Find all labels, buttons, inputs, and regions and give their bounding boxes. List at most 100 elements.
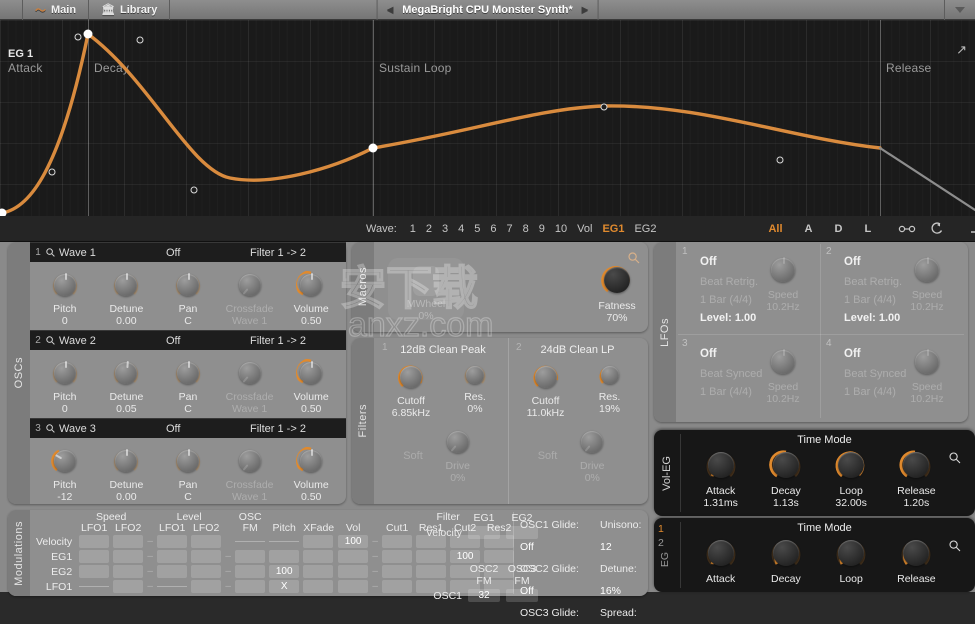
tab-main[interactable]: 〜 Main bbox=[22, 0, 90, 20]
vol-eg-title[interactable]: Time Mode bbox=[654, 430, 975, 446]
vol-eg-search-icon[interactable] bbox=[949, 452, 961, 467]
lfo-1-sync-mode[interactable]: Beat Retrig. bbox=[700, 276, 758, 288]
lfo-3-state[interactable]: Off bbox=[700, 348, 717, 360]
mm-cell-eg1-pitch[interactable] bbox=[269, 550, 300, 563]
wave-btn-8[interactable]: 8 bbox=[518, 223, 534, 235]
envelope-curve-handle-2[interactable] bbox=[74, 33, 82, 41]
preset-next-icon[interactable]: ▶ bbox=[582, 5, 588, 14]
wave-btn-4[interactable]: 4 bbox=[453, 223, 469, 235]
mm2-cell-velocity-eg1[interactable] bbox=[468, 526, 500, 539]
mm-cell-eg2-vol[interactable] bbox=[338, 565, 369, 578]
wave-btn-eg2[interactable]: EG2 bbox=[629, 223, 661, 235]
osc-3-mode[interactable]: Off bbox=[166, 423, 250, 435]
osc-3-knob-volume[interactable]: Volume 0.50 bbox=[284, 446, 338, 503]
mm-cell-eg2-osc-fm[interactable] bbox=[235, 565, 266, 578]
osc-2-knob-pitch[interactable]: Pitch 0 bbox=[38, 358, 92, 415]
mm-cell-velocity-osc-fm[interactable] bbox=[235, 535, 266, 548]
mm-cell-velocity-level-lfo2[interactable] bbox=[191, 535, 222, 548]
mm-cell-lfo1-cut1[interactable] bbox=[382, 580, 413, 593]
lfo-1-level-value[interactable]: 1.00 bbox=[735, 312, 756, 324]
wave-btn-6[interactable]: 6 bbox=[485, 223, 501, 235]
mm-cell-eg1-level-lfo1[interactable] bbox=[157, 550, 188, 563]
osc-2-routing[interactable]: Filter 1 -> 2 bbox=[250, 335, 346, 347]
filter-1-knob-cutoff[interactable]: Cutoff 6.85kHz bbox=[386, 362, 436, 419]
wave-btn-2[interactable]: 2 bbox=[421, 223, 437, 235]
osc-2-knob-detune[interactable]: Detune 0.05 bbox=[99, 358, 153, 415]
mm-cell-velocity-pitch[interactable] bbox=[269, 535, 300, 548]
envelope-editor[interactable]: EG 1 Attack Decay Sustain Loop Release ↗ bbox=[0, 20, 975, 216]
lfo-4-rate[interactable]: 1 Bar (4/4) bbox=[844, 386, 896, 398]
link-icon[interactable] bbox=[898, 224, 916, 234]
lfo-4-sync-mode[interactable]: Beat Synced bbox=[844, 368, 906, 380]
filter-2-knob-drive[interactable]: Drive 0% bbox=[567, 427, 617, 484]
mm-cell-velocity-speed-lfo1[interactable] bbox=[79, 535, 110, 548]
filter-1-knob-res[interactable]: Res. 0% bbox=[450, 362, 500, 419]
mm-cell-eg2-xfade[interactable] bbox=[303, 565, 334, 578]
mm-cell-eg2-speed-lfo2[interactable] bbox=[113, 565, 144, 578]
wave-btn-1[interactable]: 1 bbox=[405, 223, 421, 235]
osc-3-knob-pan[interactable]: Pan C bbox=[161, 446, 215, 503]
eg-tab-2[interactable]: 2 bbox=[658, 536, 672, 550]
eg-knob-decay[interactable]: Decay bbox=[758, 536, 814, 585]
osc-2-header[interactable]: 2 Wave 2 Off Filter 1 -> 2 bbox=[30, 330, 346, 350]
filter-2-knob-cutoff[interactable]: Cutoff 11.0kHz bbox=[521, 362, 571, 419]
lfo-1-state[interactable]: Off bbox=[700, 256, 717, 268]
vol-eg-knob-release[interactable]: Release 1.20s bbox=[888, 448, 944, 509]
mm-cell-velocity-cut1[interactable] bbox=[382, 535, 413, 548]
mm-cell-eg1-level-lfo2[interactable] bbox=[191, 550, 222, 563]
osc1-glide-value[interactable]: Off bbox=[520, 536, 579, 558]
mm-cell-velocity-level-lfo1[interactable] bbox=[157, 535, 188, 548]
filter-2-type[interactable]: 24dB Clean LP bbox=[512, 338, 643, 356]
filter-1-type[interactable]: 12dB Clean Peak bbox=[378, 338, 508, 356]
mode-btn-l[interactable]: L bbox=[853, 223, 882, 235]
lfo-1-knob-speed[interactable]: Speed 10.2Hz bbox=[755, 254, 811, 313]
osc2-glide-value[interactable]: Off bbox=[520, 580, 579, 602]
mm-cell-lfo1-pitch[interactable]: X bbox=[269, 580, 300, 593]
mm-cell-eg2-speed-lfo1[interactable] bbox=[79, 565, 110, 578]
osc-2-wave-select[interactable]: Wave 2 bbox=[46, 335, 166, 347]
osc-1-knob-pan[interactable]: Pan C bbox=[161, 270, 215, 327]
lfo-2-knob-speed[interactable]: Speed 10.2Hz bbox=[899, 254, 955, 313]
lfo-2-level-value[interactable]: 1.00 bbox=[879, 312, 900, 324]
macro-fatness[interactable]: Fatness 70% bbox=[590, 263, 644, 324]
mm-cell-eg2-level-lfo2[interactable] bbox=[191, 565, 222, 578]
mm-cell-velocity-speed-lfo2[interactable] bbox=[113, 535, 144, 548]
mm-cell-lfo1-osc-fm[interactable] bbox=[235, 580, 266, 593]
eg-knob-attack[interactable]: Attack bbox=[693, 536, 749, 585]
flat-curve-icon[interactable] bbox=[970, 223, 975, 235]
lfo-4-knob-speed[interactable]: Speed 10.2Hz bbox=[899, 346, 955, 405]
mm-cell-lfo1-speed-lfo1[interactable] bbox=[79, 580, 110, 593]
mm-cell-eg2-pitch[interactable]: 100 bbox=[269, 565, 300, 578]
lfo-1-rate[interactable]: 1 Bar (4/4) bbox=[700, 294, 752, 306]
osc-3-knob-pitch[interactable]: Pitch -12 bbox=[38, 446, 92, 503]
mm2-cell-osc1-osc2fm[interactable]: 32 bbox=[468, 589, 500, 602]
unisono-value[interactable]: 12 bbox=[600, 536, 641, 558]
lfo-2-state[interactable]: Off bbox=[844, 256, 861, 268]
mm-cell-eg1-osc-fm[interactable] bbox=[235, 550, 266, 563]
macros-search-icon[interactable] bbox=[628, 252, 640, 267]
osc-1-knob-crossfade[interactable]: Crossfade Wave 1 bbox=[223, 270, 277, 327]
envelope-curve-handle-3[interactable] bbox=[136, 36, 144, 44]
osc-1-routing[interactable]: Filter 1 -> 2 bbox=[250, 247, 346, 259]
mm-cell-velocity-xfade[interactable] bbox=[303, 535, 334, 548]
eg-tab-1[interactable]: 1 bbox=[658, 522, 672, 536]
mm-cell-eg2-level-lfo1[interactable] bbox=[157, 565, 188, 578]
mode-btn-all[interactable]: All bbox=[757, 223, 793, 235]
tab-library[interactable]: 🏛 Library bbox=[89, 0, 171, 20]
mm-cell-lfo1-xfade[interactable] bbox=[303, 580, 334, 593]
wave-btn-vol[interactable]: Vol bbox=[572, 223, 597, 235]
osc-3-routing[interactable]: Filter 1 -> 2 bbox=[250, 423, 346, 435]
osc-3-header[interactable]: 3 Wave 3 Off Filter 1 -> 2 bbox=[30, 418, 346, 438]
wave-btn-5[interactable]: 5 bbox=[469, 223, 485, 235]
envelope-curve-handle-6[interactable] bbox=[776, 156, 784, 164]
mm-cell-lfo1-level-lfo1[interactable] bbox=[157, 580, 188, 593]
filter-1-soft-label[interactable]: Soft bbox=[403, 450, 423, 462]
mm-cell-eg2-cut1[interactable] bbox=[382, 565, 413, 578]
wave-btn-10[interactable]: 10 bbox=[550, 223, 572, 235]
lfo-2-rate[interactable]: 1 Bar (4/4) bbox=[844, 294, 896, 306]
eg-title[interactable]: Time Mode bbox=[654, 518, 975, 534]
lfo-3-rate[interactable]: 1 Bar (4/4) bbox=[700, 386, 752, 398]
lfo-3-knob-speed[interactable]: Speed 10.2Hz bbox=[755, 346, 811, 405]
wave-btn-7[interactable]: 7 bbox=[502, 223, 518, 235]
lfo-3-sync-mode[interactable]: Beat Synced bbox=[700, 368, 762, 380]
